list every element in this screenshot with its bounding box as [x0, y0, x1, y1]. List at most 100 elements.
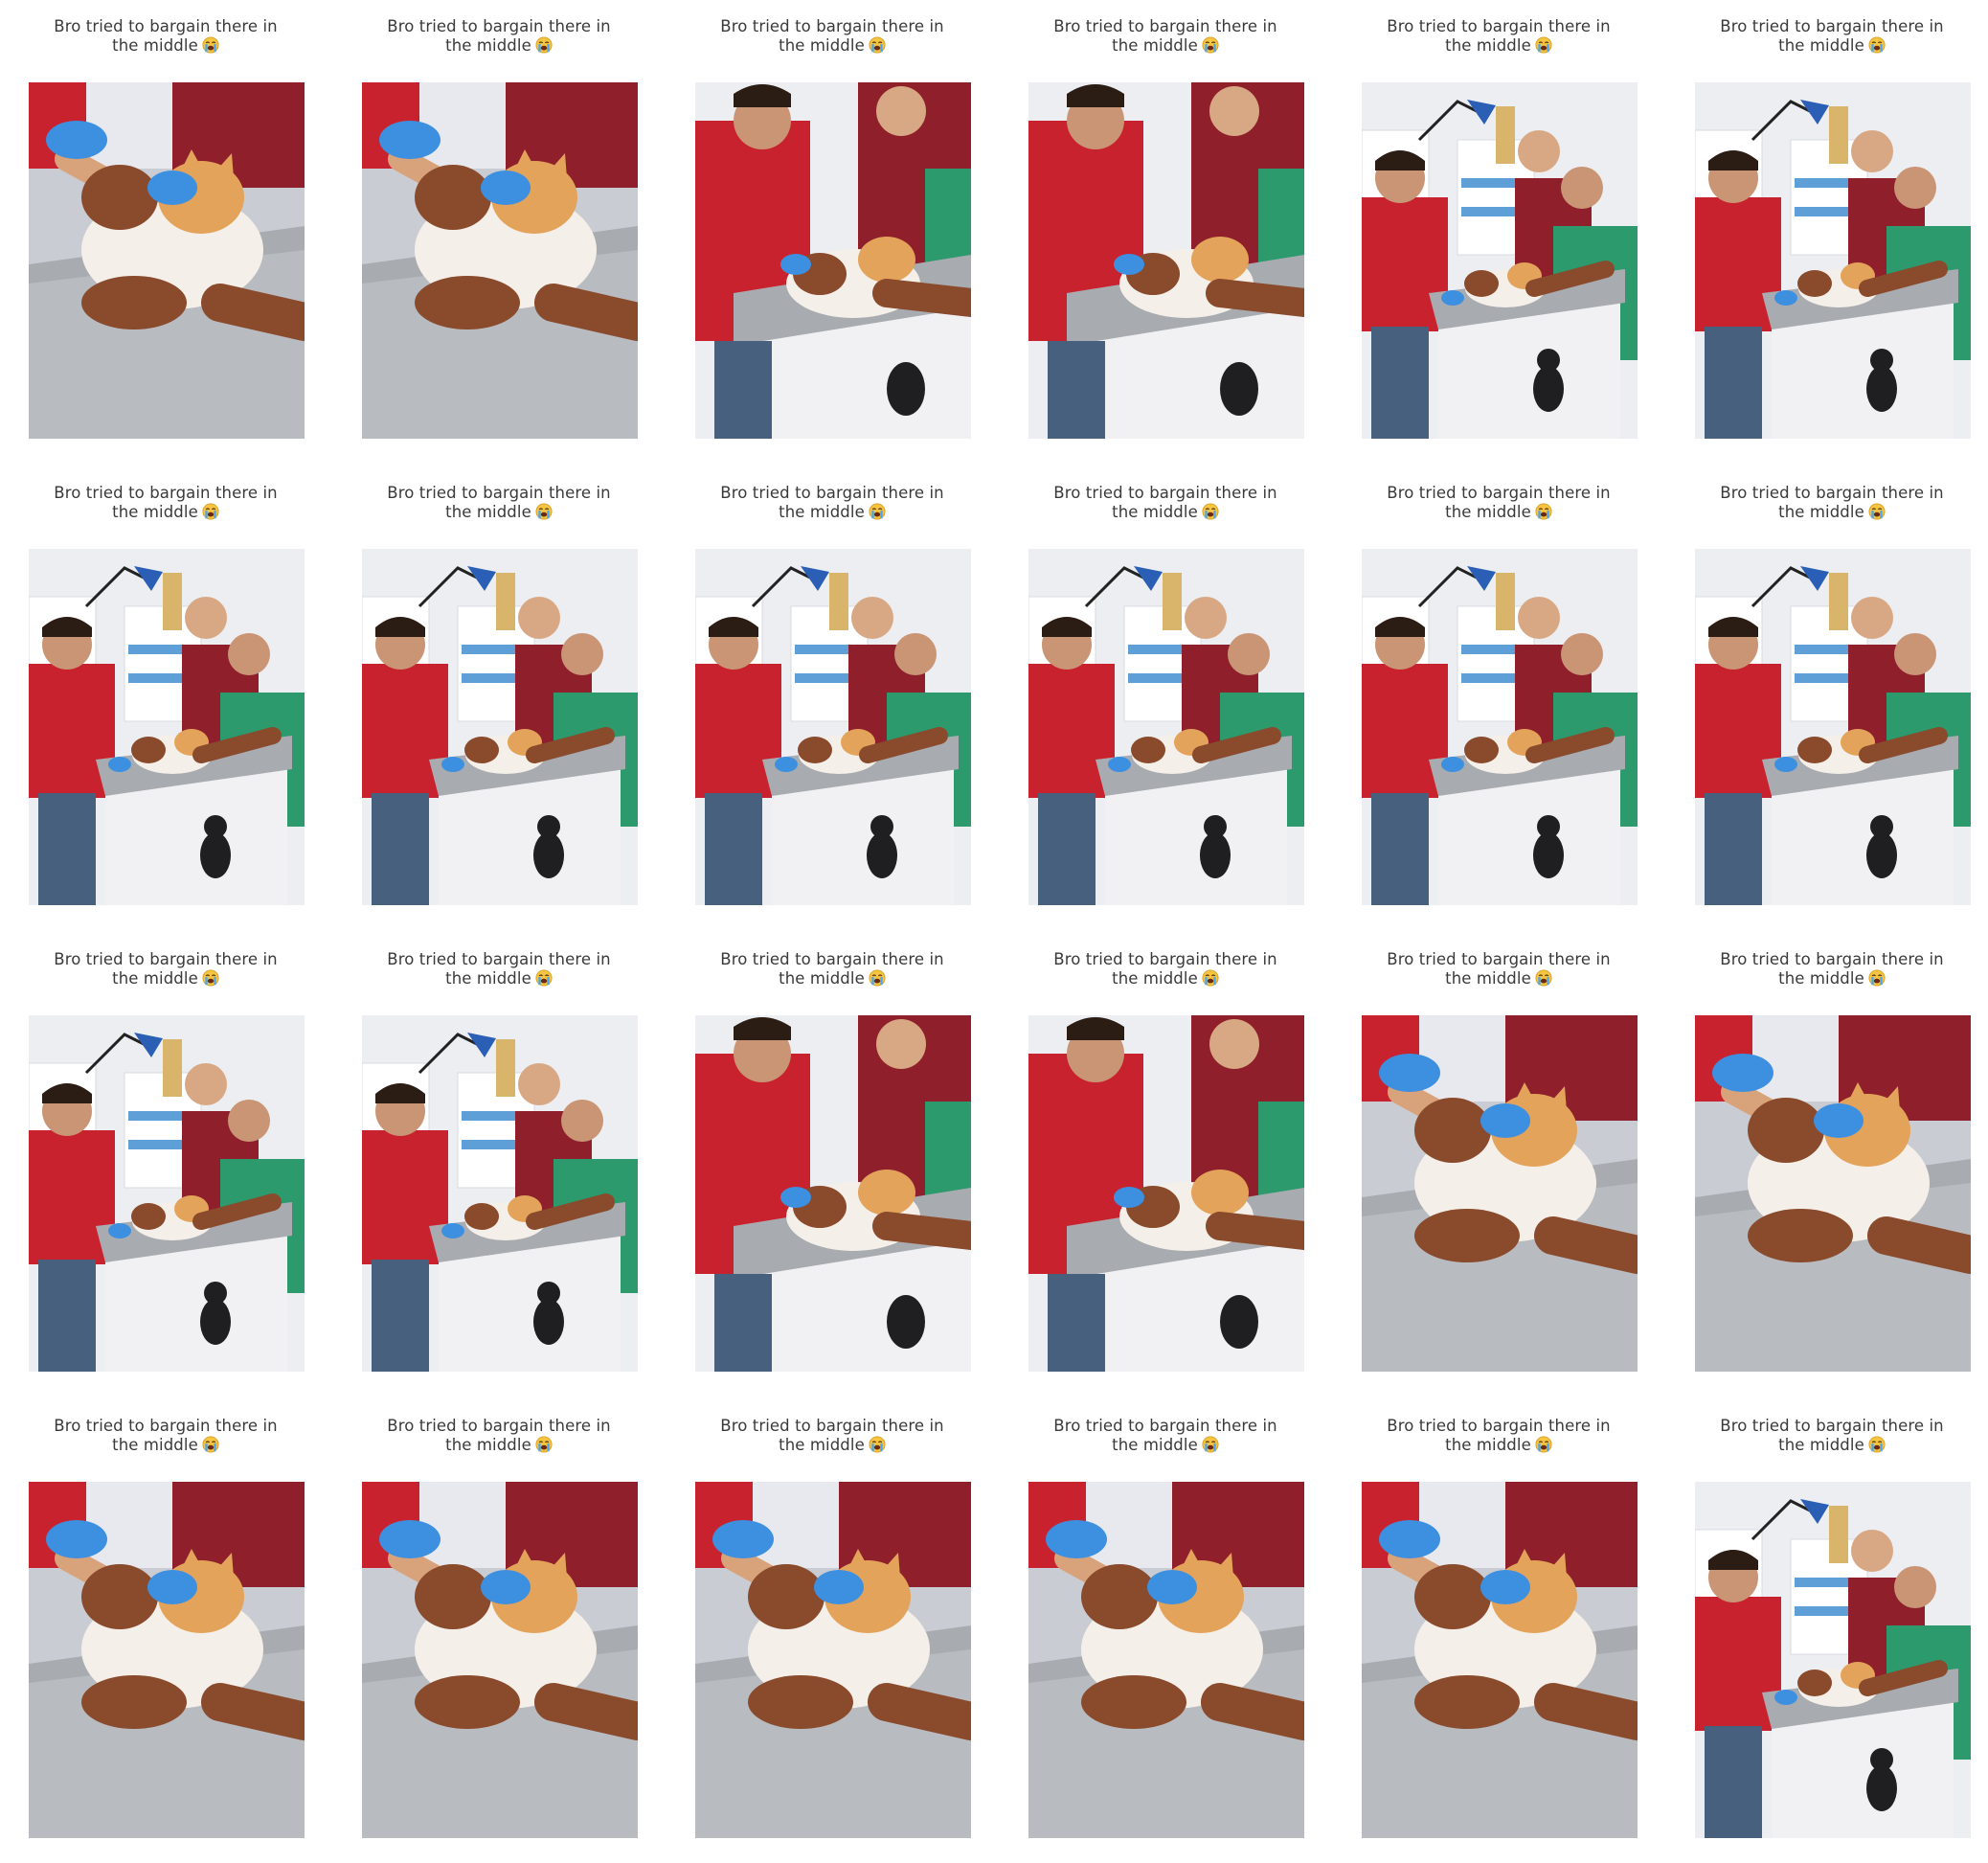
caption-line-2-text: the middle [1778, 969, 1864, 988]
caption-line-1: Bro tried to bargain there in [1720, 950, 1944, 968]
loudly-crying-face-icon [1868, 36, 1886, 58]
frame-cell: Bro tried to bargain there in the middle [1000, 466, 1331, 930]
caption-line-2: the middle [1666, 1436, 1988, 1458]
frame-caption: Bro tried to bargain there in the middle [1666, 17, 1988, 58]
video-frame-wide [29, 1015, 305, 1372]
loudly-crying-face-icon [1868, 1436, 1886, 1458]
caption-line-2-text: the middle [1445, 969, 1531, 988]
video-frame-wide [29, 549, 305, 905]
loudly-crying-face-icon [1535, 1436, 1552, 1458]
frame-caption: Bro tried to bargain there in the middle [1000, 1417, 1331, 1458]
caption-line-1: Bro tried to bargain there in [1720, 484, 1944, 502]
caption-line-1: Bro tried to bargain there in [1053, 484, 1277, 502]
caption-line-2: the middle [1333, 969, 1664, 991]
frame-cell: Bro tried to bargain there in the middle [333, 0, 665, 464]
frame-cell: Bro tried to bargain there in the middle [0, 466, 331, 930]
caption-line-2-text: the middle [1445, 1436, 1531, 1454]
caption-line-2-text: the middle [445, 36, 531, 55]
frame-caption: Bro tried to bargain there in the middle [666, 484, 998, 525]
caption-line-2-text: the middle [1778, 36, 1864, 55]
caption-line-1: Bro tried to bargain there in [1053, 17, 1277, 35]
frame-grid: Bro tried to bargain there in the middle B… [0, 0, 1988, 1854]
caption-line-2: the middle [333, 1436, 665, 1458]
frame-cell: Bro tried to bargain there in the middle [666, 933, 998, 1397]
caption-line-2: the middle [0, 36, 331, 58]
caption-line-1: Bro tried to bargain there in [387, 17, 611, 35]
caption-line-2: the middle [1666, 969, 1988, 991]
caption-line-2: the middle [333, 969, 665, 991]
caption-line-2: the middle [1666, 503, 1988, 525]
caption-line-2: the middle [0, 969, 331, 991]
caption-line-1: Bro tried to bargain there in [1387, 484, 1611, 502]
caption-line-2-text: the middle [112, 36, 198, 55]
caption-line-2-text: the middle [1778, 1436, 1864, 1454]
caption-line-2-text: the middle [1445, 503, 1531, 521]
loudly-crying-face-icon [202, 1436, 219, 1458]
video-frame-wide [1362, 549, 1638, 905]
video-frame-medium [1028, 82, 1304, 439]
caption-line-1: Bro tried to bargain there in [720, 17, 944, 35]
frame-caption: Bro tried to bargain there in the middle [0, 950, 331, 991]
video-frame-medium [695, 82, 971, 439]
video-frame-wide [362, 549, 638, 905]
loudly-crying-face-icon [535, 1436, 553, 1458]
caption-line-2: the middle [333, 36, 665, 58]
video-frame-wide [1362, 82, 1638, 439]
video-frame-closeup [1362, 1015, 1638, 1372]
caption-line-2-text: the middle [112, 969, 198, 988]
caption-line-2-text: the middle [779, 1436, 865, 1454]
frame-caption: Bro tried to bargain there in the middle [333, 950, 665, 991]
frame-cell: Bro tried to bargain there in the middle [1333, 933, 1664, 1397]
frame-cell: Bro tried to bargain there in the middle [1333, 466, 1664, 930]
caption-line-2: the middle [666, 503, 998, 525]
frame-caption: Bro tried to bargain there in the middle [1000, 950, 1331, 991]
caption-line-2: the middle [1333, 36, 1664, 58]
caption-line-2: the middle [666, 969, 998, 991]
frame-caption: Bro tried to bargain there in the middle [0, 484, 331, 525]
caption-line-2: the middle [1000, 969, 1331, 991]
frame-caption: Bro tried to bargain there in the middle [333, 484, 665, 525]
caption-line-1: Bro tried to bargain there in [54, 950, 278, 968]
caption-line-2-text: the middle [779, 503, 865, 521]
frame-caption: Bro tried to bargain there in the middle [1000, 484, 1331, 525]
loudly-crying-face-icon [869, 36, 886, 58]
video-frame-closeup [29, 82, 305, 439]
loudly-crying-face-icon [535, 36, 553, 58]
caption-line-1: Bro tried to bargain there in [720, 484, 944, 502]
caption-line-2-text: the middle [779, 969, 865, 988]
caption-line-2: the middle [666, 1436, 998, 1458]
video-frame-wide [695, 549, 971, 905]
caption-line-2: the middle [1333, 503, 1664, 525]
loudly-crying-face-icon [1868, 969, 1886, 991]
video-frame-medium [1028, 1015, 1304, 1372]
frame-caption: Bro tried to bargain there in the middle [666, 17, 998, 58]
frame-caption: Bro tried to bargain there in the middle [666, 1417, 998, 1458]
caption-line-2-text: the middle [1445, 36, 1531, 55]
loudly-crying-face-icon [1535, 503, 1552, 525]
frame-cell: Bro tried to bargain there in the middle [1666, 0, 1988, 464]
frame-cell: Bro tried to bargain there in the middle [666, 1399, 998, 1863]
caption-line-1: Bro tried to bargain there in [1053, 1417, 1277, 1435]
frame-cell: Bro tried to bargain there in the middle [1666, 933, 1988, 1397]
video-frame-wide [1695, 82, 1971, 439]
frame-cell: Bro tried to bargain there in the middle [1666, 466, 1988, 930]
loudly-crying-face-icon [1535, 36, 1552, 58]
frame-caption: Bro tried to bargain there in the middle [1333, 484, 1664, 525]
video-frame-closeup [362, 82, 638, 439]
loudly-crying-face-icon [535, 969, 553, 991]
frame-caption: Bro tried to bargain there in the middle [333, 17, 665, 58]
frame-caption: Bro tried to bargain there in the middle [1333, 950, 1664, 991]
frame-caption: Bro tried to bargain there in the middle [0, 1417, 331, 1458]
caption-line-2-text: the middle [1112, 503, 1198, 521]
caption-line-1: Bro tried to bargain there in [54, 17, 278, 35]
loudly-crying-face-icon [1202, 969, 1219, 991]
frame-cell: Bro tried to bargain there in the middle [333, 933, 665, 1397]
loudly-crying-face-icon [535, 503, 553, 525]
loudly-crying-face-icon [202, 503, 219, 525]
video-frame-closeup [29, 1482, 305, 1838]
video-frame-closeup [1362, 1482, 1638, 1838]
caption-line-1: Bro tried to bargain there in [387, 1417, 611, 1435]
video-frame-wide [362, 1015, 638, 1372]
caption-line-2-text: the middle [445, 1436, 531, 1454]
frame-cell: Bro tried to bargain there in the middle [666, 466, 998, 930]
